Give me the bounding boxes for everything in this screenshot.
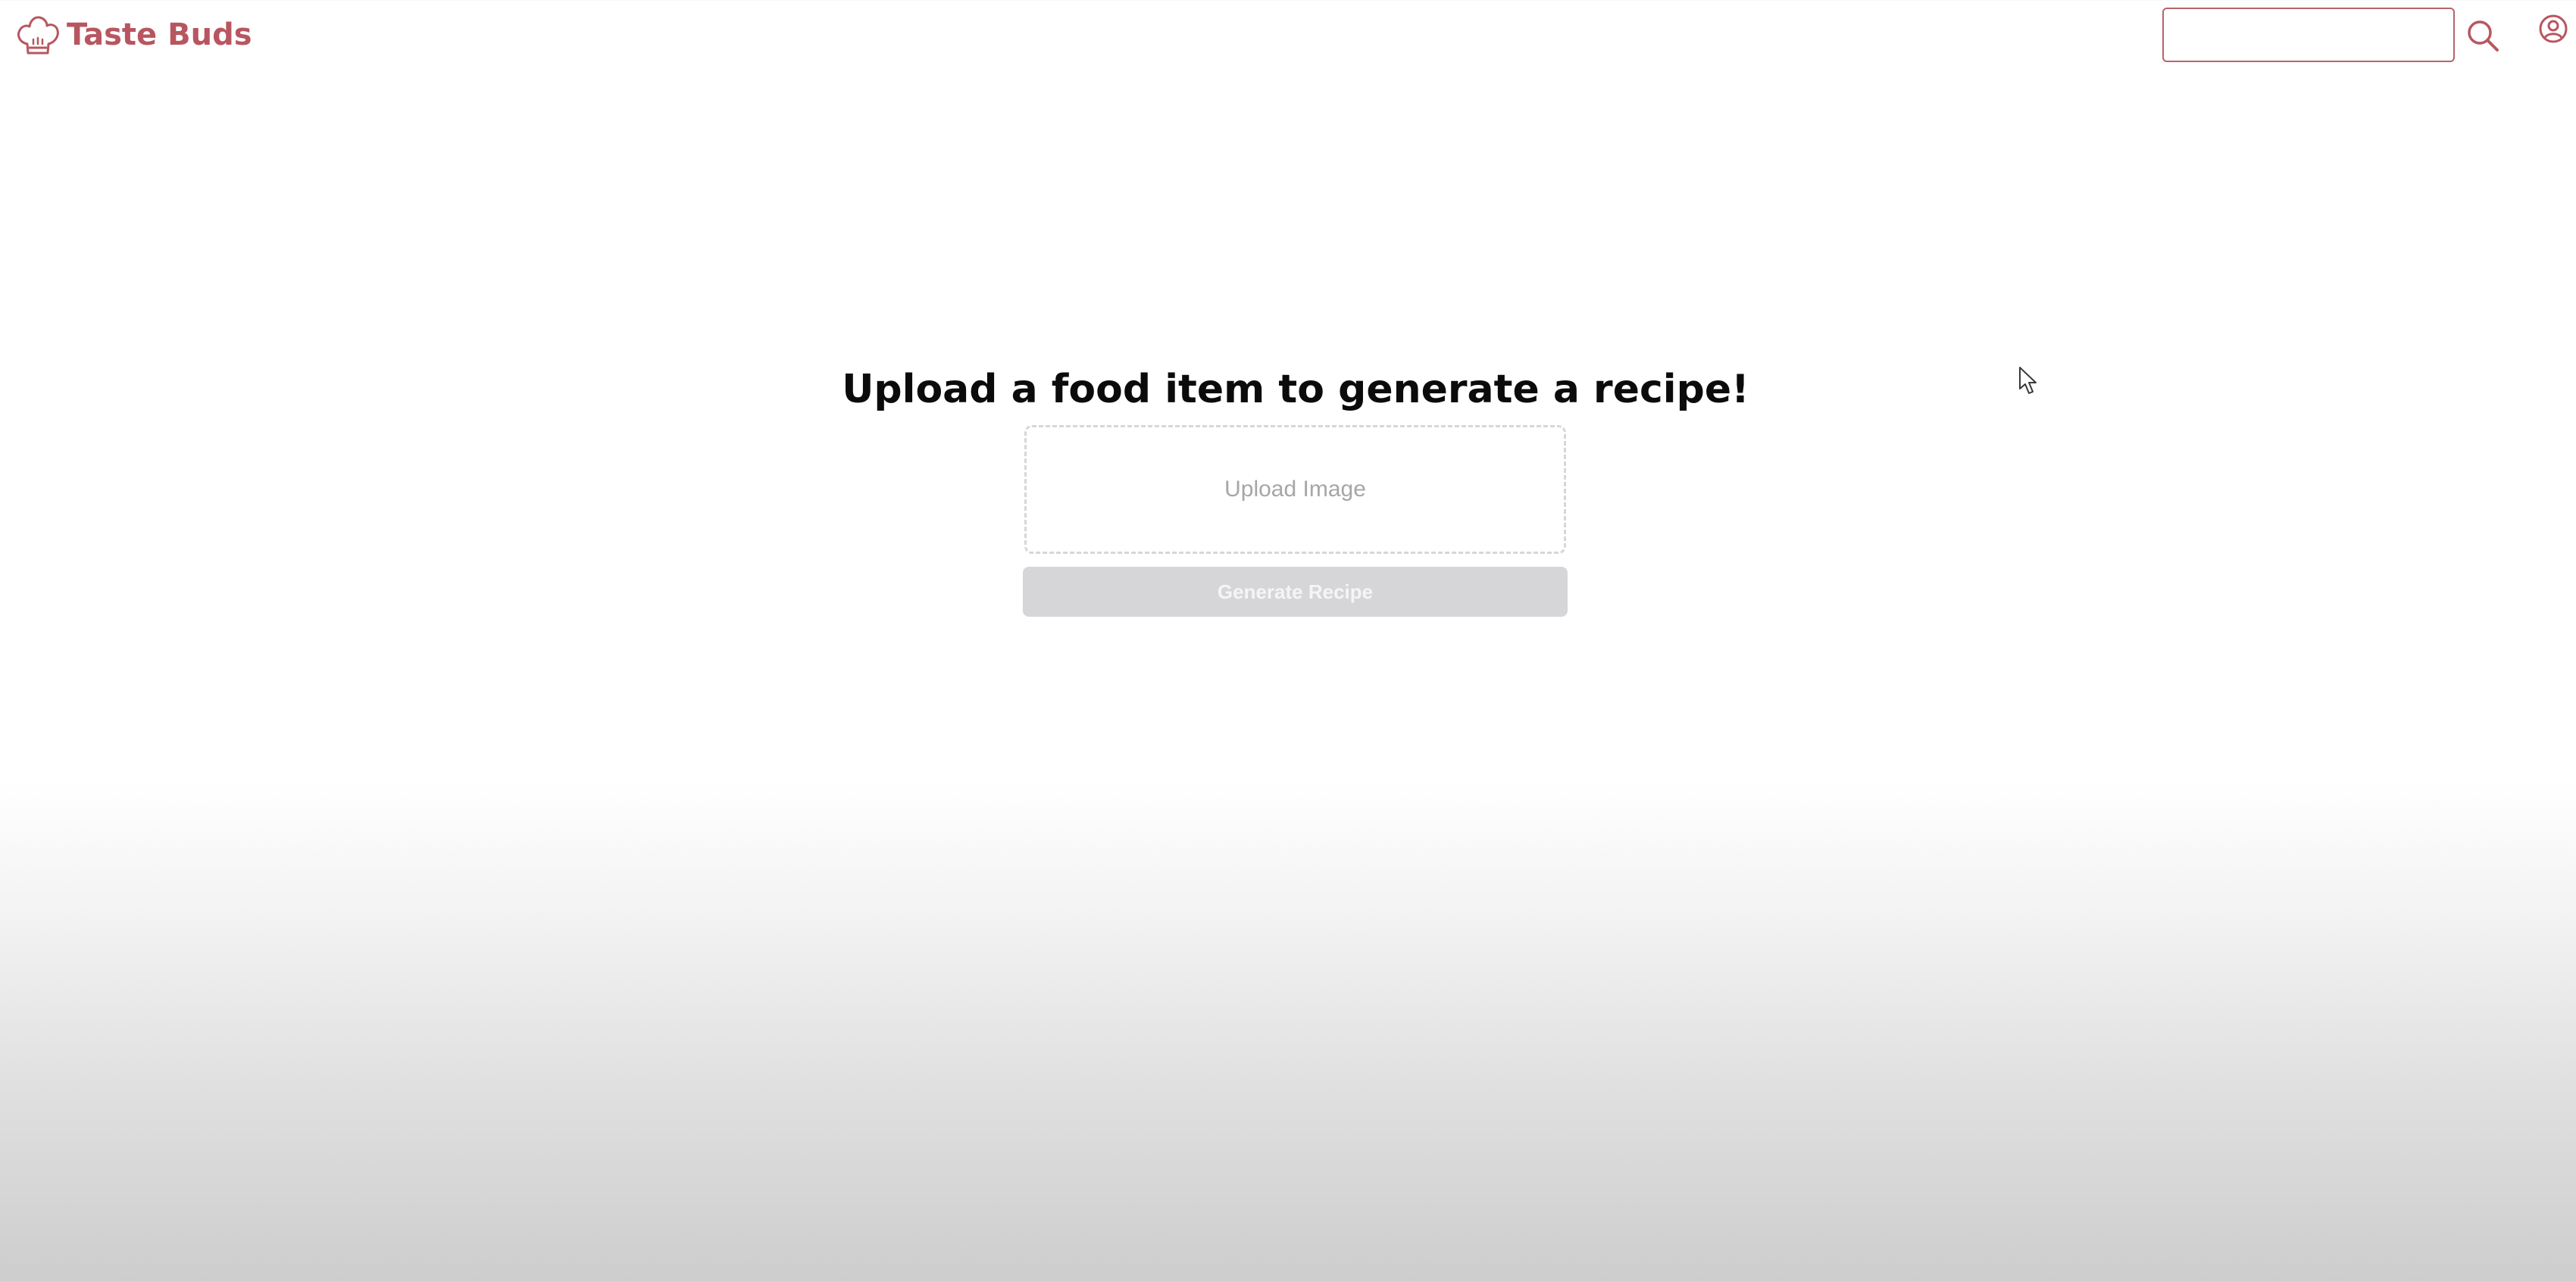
generate-recipe-button[interactable]: Generate Recipe <box>1023 567 1568 617</box>
top-nav-bar: Taste Buds <box>0 0 2576 76</box>
user-circle-icon <box>2539 14 2568 43</box>
upload-image-label: Upload Image <box>1224 477 1366 502</box>
page-title: Upload a food item to generate a recipe! <box>842 367 1749 412</box>
mouse-cursor <box>2018 366 2038 396</box>
brand-logo-link[interactable]: Taste Buds <box>14 11 252 59</box>
arrow-cursor-icon <box>2019 367 2037 394</box>
chef-hat-icon <box>17 16 59 55</box>
search-button[interactable] <box>2465 18 2500 53</box>
search-icon <box>2468 20 2499 52</box>
profile-button[interactable] <box>2538 14 2568 44</box>
upload-image-dropzone[interactable]: Upload Image <box>1024 425 1566 554</box>
brand-name: Taste Buds <box>67 17 252 52</box>
search-input[interactable] <box>2162 8 2455 62</box>
